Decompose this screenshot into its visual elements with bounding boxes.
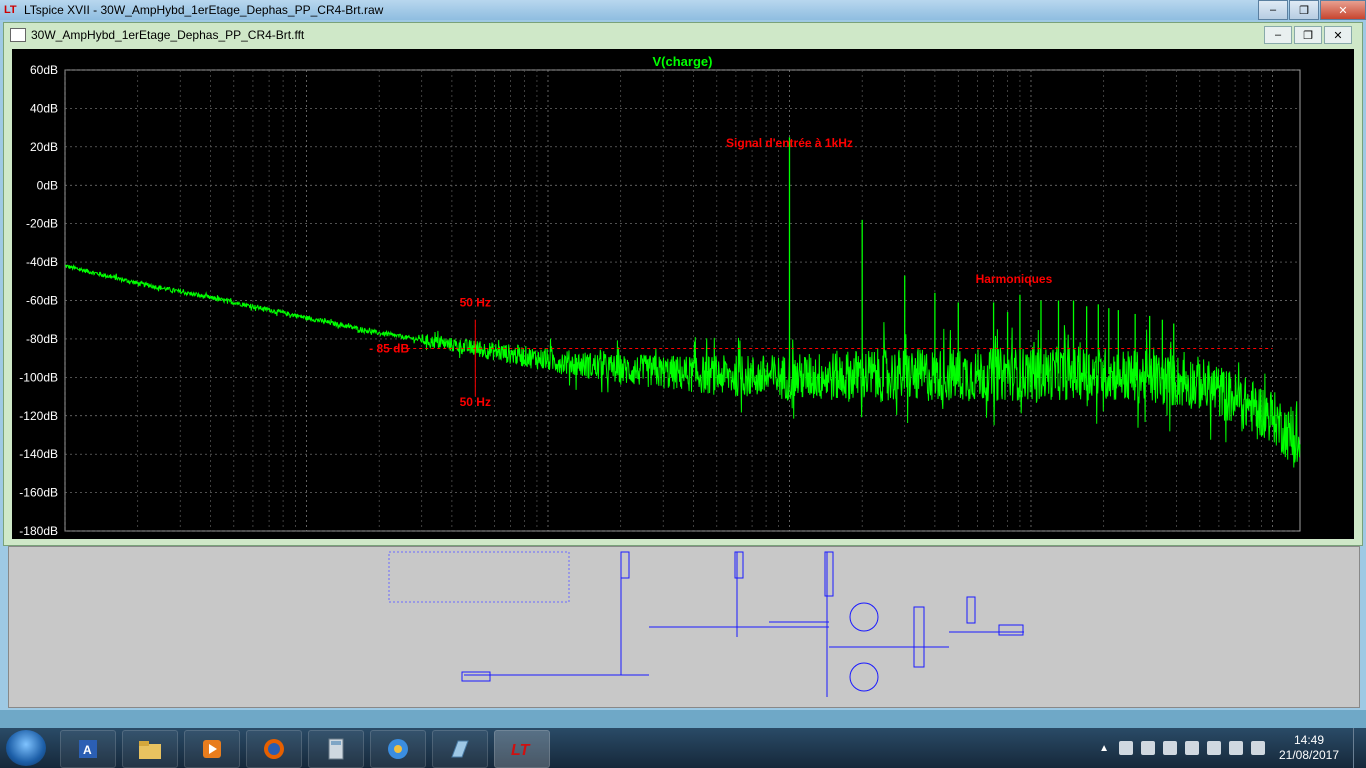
- annotation: 50 Hz: [460, 395, 491, 409]
- tube-u1: [849, 602, 879, 632]
- x-tick-label: 100KHz: [1251, 537, 1294, 539]
- plot-close-button[interactable]: ✕: [1324, 26, 1352, 44]
- y-tick-label: 0dB: [37, 178, 58, 192]
- paint-icon[interactable]: [370, 730, 426, 768]
- schematic-canvas[interactable]: [9, 547, 1359, 707]
- y-tick-label: -160dB: [19, 486, 58, 500]
- app-titlebar: LT LTspice XVII - 30W_AmpHybd_1erEtage_D…: [0, 0, 1366, 20]
- show-desktop-button[interactable]: [1353, 728, 1366, 768]
- directive-block: [388, 551, 570, 603]
- tube-u2: [849, 662, 879, 692]
- y-tick-label: -20dB: [26, 217, 58, 231]
- chart-title: V(charge): [653, 54, 713, 69]
- system-tray: ▲ 14:49 21/08/2017: [1099, 728, 1366, 768]
- x-tick-label: 10KHz: [1013, 537, 1050, 539]
- schematic-window[interactable]: [8, 546, 1360, 708]
- clock-date: 21/08/2017: [1278, 748, 1340, 762]
- svg-text:A: A: [83, 743, 92, 757]
- plot-restore-button[interactable]: ❐: [1294, 26, 1322, 44]
- calculator-icon[interactable]: [308, 730, 364, 768]
- tray-expand-icon[interactable]: ▲: [1099, 743, 1109, 754]
- power-icon[interactable]: [1207, 741, 1221, 755]
- y-tick-label: -140dB: [19, 447, 58, 461]
- usb-icon[interactable]: [1185, 741, 1199, 755]
- y-tick-label: -180dB: [19, 524, 58, 538]
- network-icon[interactable]: [1119, 741, 1133, 755]
- annotation: Signal d'entrée à 1kHz: [726, 136, 853, 150]
- ltspice-logo-icon: LT: [4, 4, 17, 16]
- ltspice-icon[interactable]: LT: [494, 730, 550, 768]
- y-tick-label: -80dB: [26, 332, 58, 346]
- clock[interactable]: 14:49 21/08/2017: [1269, 733, 1349, 763]
- ht-label: [734, 551, 744, 579]
- transformer: [913, 606, 925, 668]
- firefox-icon[interactable]: [246, 730, 302, 768]
- grid-label: [824, 551, 834, 597]
- x-tick-label: 1KHz: [774, 537, 804, 539]
- ht-label: [620, 551, 630, 579]
- waveform-icon: [10, 28, 26, 42]
- x-tick-label: 1Hz: [54, 537, 75, 539]
- annotation: 50 Hz: [460, 295, 491, 309]
- clock-time: 14:49: [1293, 733, 1325, 747]
- plot-area[interactable]: 60dB 40dB 20dB 0dB -20dB -40dB -60dB -80dB -100d…: [12, 49, 1354, 551]
- taskbar: A LT ▲ 14:49 21/08/2017: [0, 728, 1366, 768]
- minimize-button[interactable]: –: [1258, 0, 1288, 20]
- security-icon[interactable]: [1163, 741, 1177, 755]
- annotation: Harmoniques: [976, 272, 1053, 286]
- windows-start-icon[interactable]: [6, 730, 46, 766]
- y-tick-label: 60dB: [30, 63, 58, 77]
- svg-text:LT: LT: [511, 742, 531, 759]
- y-tick-label: 40dB: [30, 101, 58, 115]
- y-tick-label: 20dB: [30, 140, 58, 154]
- signal-icon[interactable]: [1229, 741, 1243, 755]
- annotation: - 85 dB: [369, 341, 409, 355]
- explorer-icon[interactable]: [122, 730, 178, 768]
- x-tick-label: 100Hz: [531, 537, 566, 539]
- fft-trace: [64, 263, 1301, 468]
- y-tick-label: -120dB: [19, 409, 58, 423]
- plot-title: 30W_AmpHybd_1erEtage_Dephas_PP_CR4-Brt.f…: [31, 28, 305, 42]
- y-tick-label: -60dB: [26, 294, 58, 308]
- close-button[interactable]: ✕: [1320, 0, 1366, 20]
- y-tick-label: -100dB: [19, 370, 58, 384]
- app-title: LTspice XVII - 30W_AmpHybd_1erEtage_Deph…: [24, 3, 384, 17]
- maximize-button[interactable]: ❐: [1289, 0, 1319, 20]
- ground-label: [966, 596, 976, 624]
- y-tick-label: -40dB: [26, 255, 58, 269]
- media-player-icon[interactable]: [184, 730, 240, 768]
- output-label: [998, 624, 1024, 636]
- x-tick-label: 10Hz: [292, 537, 320, 539]
- plot-titlebar[interactable]: 30W_AmpHybd_1erEtage_Dephas_PP_CR4-Brt.f…: [4, 23, 1362, 47]
- plot-window-controls: – ❐ ✕: [1262, 26, 1352, 44]
- notes-icon[interactable]: [432, 730, 488, 768]
- flag-icon[interactable]: [1141, 741, 1155, 755]
- fft-chart[interactable]: 60dB 40dB 20dB 0dB -20dB -40dB -60dB -80dB -100d…: [12, 49, 1354, 551]
- volume-icon[interactable]: [1251, 741, 1265, 755]
- app-window-controls: – ❐ ✕: [1257, 0, 1366, 20]
- input-label: [461, 671, 491, 682]
- word-icon[interactable]: A: [60, 730, 116, 768]
- plot-window[interactable]: 30W_AmpHybd_1erEtage_Dephas_PP_CR4-Brt.f…: [3, 22, 1363, 551]
- plot-minimize-button[interactable]: –: [1264, 26, 1292, 44]
